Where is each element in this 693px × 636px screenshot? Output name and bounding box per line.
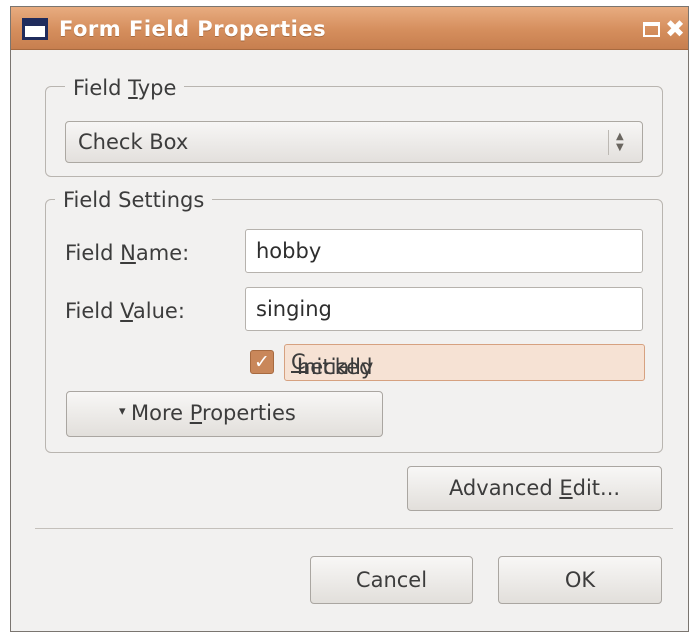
triangle-down-icon: ▾ [119,404,126,419]
field-name-label: Field Name: [65,241,190,265]
advanced-edit-button[interactable]: Advanced Edit... [407,466,662,511]
field-type-selected: Check Box [78,130,189,154]
initially-checked-checkbox[interactable]: ✓ [250,350,274,374]
field-value-input[interactable]: singing [245,287,643,331]
spinner-arrows-icon: ▲ ▼ [616,131,624,153]
combo-divider [608,130,609,155]
window-title: Form Field Properties [59,17,327,41]
title-bar[interactable]: Form Field Properties ✖ [11,7,688,50]
horizontal-separator [35,528,673,529]
field-name-input[interactable]: hobby [245,229,643,273]
maximize-icon[interactable] [643,22,660,37]
cancel-button[interactable]: Cancel [310,556,473,604]
field-type-combobox[interactable]: Check Box ▲ ▼ [65,121,643,163]
more-properties-label: More Properties [131,401,296,425]
field-settings-group-label: Field Settings [55,187,213,213]
window-icon [22,18,48,40]
more-properties-button[interactable]: ▾ More Properties [66,391,383,437]
field-value-label: Field Value: [65,299,185,323]
form-field-properties-dialog: Form Field Properties ✖ Field Type Check… [10,6,689,632]
field-type-group-label: Field Type [65,75,185,101]
initially-checked-label-box[interactable]: Initially Checked [284,344,645,381]
checkmark-icon: ✓ [254,351,270,373]
initially-checked-label: Initially Checked [291,350,374,379]
ok-button[interactable]: OK [498,556,662,604]
close-icon[interactable]: ✖ [665,15,685,43]
